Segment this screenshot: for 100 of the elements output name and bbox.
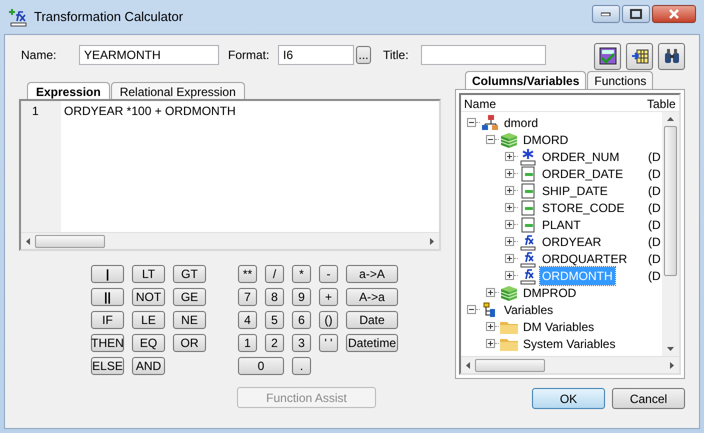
tree-item[interactable]: STORE_CODE — [540, 198, 626, 216]
tree-item[interactable]: DMORD — [521, 130, 570, 148]
keypad-button[interactable]: + — [319, 288, 338, 306]
collapse-toggle[interactable] — [467, 305, 476, 314]
title-field[interactable] — [421, 45, 546, 65]
keypad-button[interactable]: IF — [91, 311, 124, 329]
tab[interactable]: Functions — [587, 71, 654, 89]
expand-toggle[interactable] — [505, 203, 514, 212]
keypad-button[interactable]: 8 — [265, 288, 284, 306]
keypad-button[interactable]: . — [292, 357, 311, 375]
scrollbar-thumb[interactable] — [475, 358, 545, 372]
tree-item[interactable]: System Variables — [521, 334, 618, 352]
keypad-button[interactable]: 1 — [238, 334, 257, 352]
expand-toggle[interactable] — [505, 169, 514, 178]
tree-item[interactable]: dmord — [502, 114, 540, 132]
keypad-button[interactable]: () — [319, 311, 338, 329]
table-cell-text: (D — [648, 234, 662, 250]
browse-button[interactable]: ... — [356, 46, 371, 64]
collapse-toggle[interactable] — [486, 135, 495, 144]
keypad-button[interactable]: GT — [173, 265, 206, 283]
scroll-left-icon[interactable] — [466, 362, 470, 368]
dialog-button[interactable]: OK — [532, 388, 605, 409]
collapse-toggle[interactable] — [467, 118, 476, 127]
keypad-button[interactable]: 0 — [238, 357, 284, 375]
expression-editor[interactable]: 1 ORDYEAR *100 + ORDMONTH — [19, 99, 441, 251]
tree-item[interactable]: PLANT — [540, 216, 583, 234]
expand-toggle[interactable] — [505, 220, 514, 229]
keypad-button[interactable]: a->A — [346, 265, 398, 283]
scrollbar-thumb[interactable] — [664, 126, 677, 276]
keypad-button[interactable]: * — [292, 265, 311, 283]
keypad-button[interactable]: Date — [346, 311, 398, 329]
toolbar-button[interactable] — [658, 42, 685, 70]
scroll-up-icon[interactable] — [667, 117, 674, 121]
column-header[interactable]: Table — [647, 95, 679, 111]
keypad-button[interactable]: ' ' — [319, 334, 338, 352]
tree-item[interactable]: ORDQUARTER — [540, 250, 630, 268]
fx-column-icon — [520, 250, 536, 268]
tree-item[interactable]: ORDER_DATE — [540, 164, 626, 182]
expand-toggle[interactable] — [505, 186, 514, 195]
tree-item[interactable]: DM Variables — [521, 318, 596, 336]
keypad-button[interactable]: NE — [173, 311, 206, 329]
tree-item[interactable]: ORDER_NUM — [540, 148, 622, 166]
horizontal-scrollbar[interactable] — [21, 232, 439, 249]
keypad-button[interactable]: 9 — [292, 288, 311, 306]
keypad-button[interactable]: || — [91, 288, 124, 306]
keypad-button[interactable]: A->a — [346, 288, 398, 306]
maximize-button[interactable] — [622, 5, 650, 23]
keypad-button[interactable]: AND — [132, 357, 165, 375]
keypad-button[interactable]: 5 — [265, 311, 284, 329]
expand-toggle[interactable] — [486, 322, 495, 331]
keypad-button[interactable]: - — [319, 265, 338, 283]
tab[interactable]: Expression — [27, 82, 110, 99]
scrollbar-thumb[interactable] — [35, 234, 105, 248]
keypad-button[interactable]: OR — [173, 334, 206, 352]
scroll-left-icon[interactable] — [26, 238, 30, 244]
format-field[interactable]: I6 — [278, 45, 354, 65]
keypad-button[interactable]: 6 — [292, 311, 311, 329]
close-button[interactable] — [652, 5, 696, 23]
calculator-check-icon — [598, 47, 616, 65]
scroll-right-icon[interactable] — [430, 238, 434, 244]
tree-item[interactable]: DMPROD — [521, 284, 578, 302]
keypad-button[interactable]: 3 — [292, 334, 311, 352]
column-header[interactable]: Name — [461, 95, 647, 111]
keypad-button[interactable]: ELSE — [91, 357, 124, 375]
horizontal-scrollbar[interactable] — [461, 356, 679, 373]
keypad-button[interactable]: 7 — [238, 288, 257, 306]
table-cell-text: (D — [648, 182, 662, 200]
field-label: Format: — [228, 47, 270, 64]
keypad-button[interactable]: THEN — [91, 334, 124, 352]
tree-item[interactable]: ORDYEAR — [540, 232, 604, 250]
tree-item[interactable]: Variables — [502, 300, 556, 318]
toolbar-button[interactable] — [594, 42, 621, 70]
keypad-button[interactable]: GE — [173, 288, 206, 306]
keypad-button[interactable]: LE — [132, 311, 165, 329]
keypad-button[interactable]: 4 — [238, 311, 257, 329]
tree-item[interactable]: SHIP_DATE — [540, 182, 610, 200]
dialog-button[interactable]: Cancel — [612, 388, 685, 409]
keypad-button[interactable]: 2 — [265, 334, 284, 352]
tab[interactable]: Relational Expression — [110, 82, 245, 99]
expand-toggle[interactable] — [505, 254, 514, 263]
expand-toggle[interactable] — [486, 288, 495, 297]
keypad-button[interactable]: ** — [238, 265, 257, 283]
tab[interactable]: Columns/Variables — [465, 71, 586, 89]
expand-toggle[interactable] — [486, 339, 495, 348]
keypad-button[interactable]: EQ — [132, 334, 165, 352]
expand-toggle[interactable] — [505, 237, 514, 246]
vertical-scrollbar[interactable] — [662, 112, 679, 356]
keypad-button[interactable]: NOT — [132, 288, 165, 306]
expand-toggle[interactable] — [505, 152, 514, 161]
scroll-down-icon[interactable] — [667, 347, 674, 351]
name-field[interactable]: YEARMONTH — [79, 45, 219, 65]
keypad-button[interactable]: | — [91, 265, 124, 283]
table-cell-text: (D — [648, 250, 662, 268]
keypad-button[interactable]: / — [265, 265, 284, 283]
scroll-right-icon[interactable] — [670, 362, 674, 368]
keypad-button[interactable]: LT — [132, 265, 165, 283]
minimize-button[interactable] — [592, 5, 620, 23]
keypad-button[interactable]: Datetime — [346, 334, 398, 352]
toolbar-button[interactable] — [626, 42, 653, 70]
expand-toggle[interactable] — [505, 271, 514, 280]
